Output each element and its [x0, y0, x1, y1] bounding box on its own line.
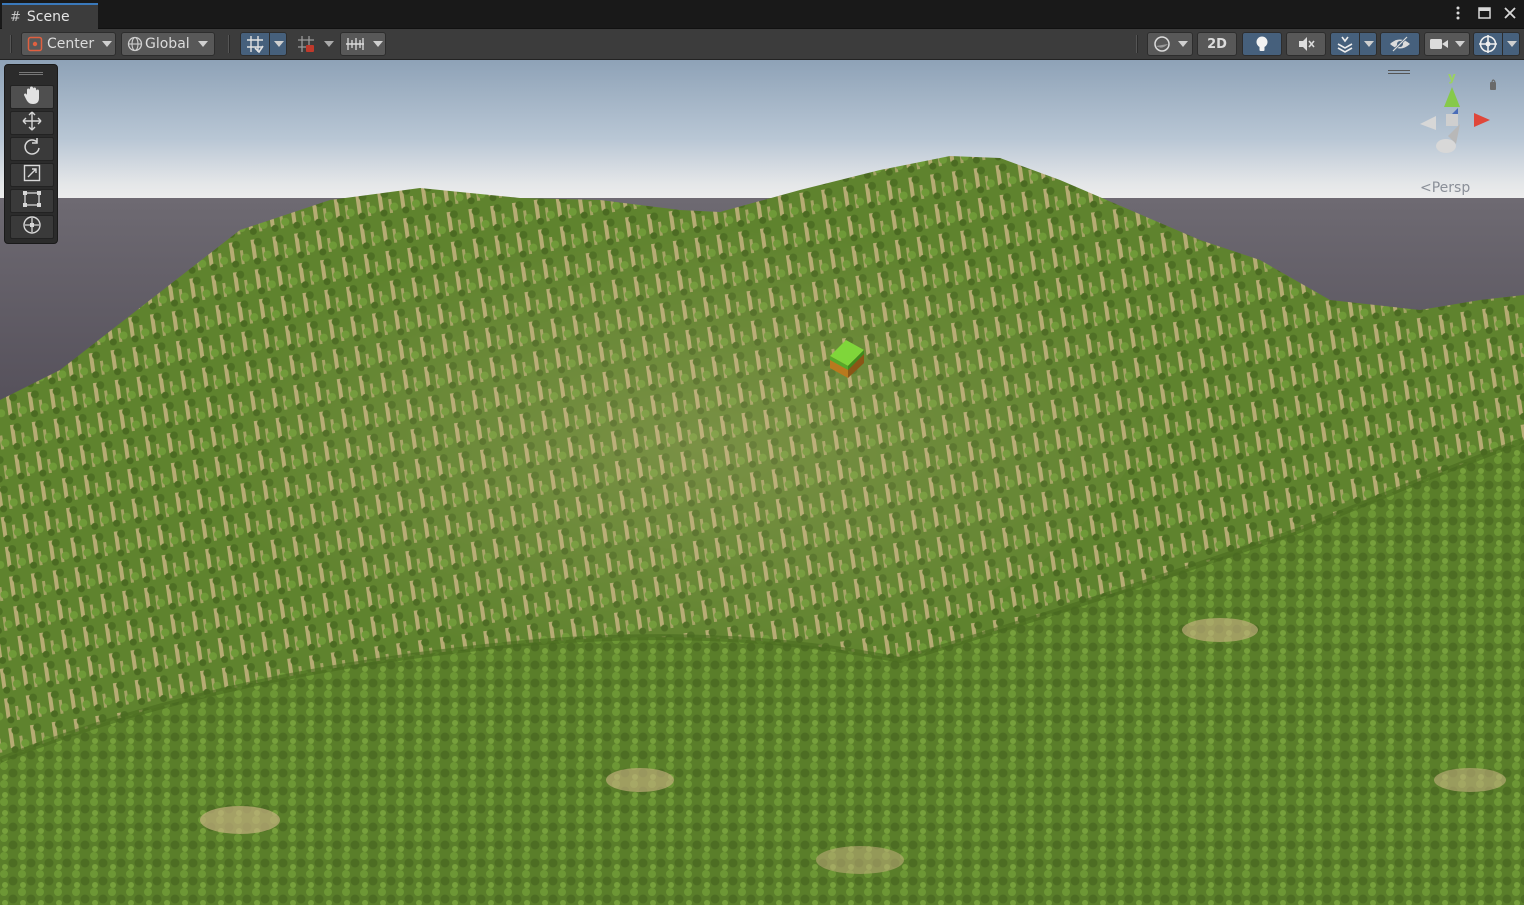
window-controls — [1450, 4, 1518, 22]
projection-toggle[interactable]: <Persp — [1420, 180, 1470, 196]
pivot-center-icon — [27, 36, 43, 52]
speaker-muted-icon — [1297, 36, 1315, 52]
rotate-tool-icon — [22, 137, 42, 161]
rect-tool-button[interactable] — [10, 189, 54, 213]
toolbar-divider — [1136, 35, 1138, 53]
scene-toolbar: Center Global 2D — [0, 29, 1524, 60]
camera-icon — [1425, 37, 1453, 51]
chevron-down-icon — [1507, 41, 1517, 47]
chevron-down-icon — [197, 41, 208, 47]
chevron-down-icon — [324, 41, 334, 47]
increment-snap-dropdown[interactable] — [291, 32, 337, 56]
draw-mode-dropdown[interactable] — [1147, 32, 1193, 56]
gizmos-dropdown[interactable] — [1473, 32, 1520, 56]
tools-overlay — [4, 64, 58, 244]
eye-hidden-icon — [1389, 36, 1411, 52]
rotate-tool-button[interactable] — [10, 137, 54, 161]
rect-tool-icon — [22, 190, 42, 212]
transform-tool-button[interactable] — [10, 215, 54, 239]
orientation-gizmo[interactable]: y — [1410, 66, 1510, 166]
editor-tab-bar: # Scene — [0, 0, 1524, 29]
2d-mode-toggle[interactable]: 2D — [1197, 32, 1237, 56]
scale-tool-button[interactable] — [10, 163, 54, 187]
lightbulb-icon — [1255, 35, 1269, 53]
tab-scene-label: Scene — [26, 9, 70, 25]
chevron-down-icon — [1364, 41, 1374, 47]
transform-space-dropdown[interactable]: Global — [121, 32, 215, 56]
scene-visibility-toggle[interactable] — [1380, 32, 1420, 56]
pivot-mode-dropdown[interactable]: Center — [21, 32, 116, 56]
gizmo-drag-handle[interactable] — [1388, 70, 1410, 74]
terrain-render — [0, 60, 1524, 905]
globe-icon — [127, 36, 143, 52]
effects-dropdown[interactable] — [1330, 32, 1377, 56]
toolbar-divider — [228, 35, 230, 53]
audio-toggle[interactable] — [1286, 32, 1326, 56]
chevron-down-icon — [274, 41, 284, 47]
2d-mode-label: 2D — [1207, 36, 1227, 52]
move-tool-icon — [22, 111, 42, 135]
grid-snapping-toggle[interactable] — [240, 32, 287, 56]
chevron-down-icon — [102, 41, 113, 47]
chevron-down-icon — [1178, 41, 1188, 47]
move-tool-button[interactable] — [10, 111, 54, 135]
lock-icon[interactable] — [1490, 82, 1496, 90]
effects-layers-icon — [1331, 35, 1359, 53]
hand-tool-icon — [23, 85, 41, 109]
overlay-drag-handle[interactable] — [19, 72, 43, 75]
gizmo-globe-icon — [1474, 34, 1502, 54]
shaded-sphere-icon — [1148, 35, 1176, 53]
grid-hash-icon: # — [10, 9, 21, 25]
maximize-icon[interactable] — [1476, 4, 1492, 22]
ruler-icon — [341, 36, 369, 52]
scale-tool-icon — [23, 164, 41, 186]
axis-y-label: y — [1448, 70, 1456, 84]
kebab-menu-icon[interactable] — [1450, 4, 1466, 22]
chevron-down-icon — [1455, 41, 1465, 47]
chevron-down-icon — [373, 41, 383, 47]
camera-settings-dropdown[interactable] — [1424, 32, 1470, 56]
increment-snap-icon — [292, 35, 320, 53]
toolbar-grip — [10, 35, 12, 53]
grid-snap-icon — [241, 35, 269, 53]
lighting-toggle[interactable] — [1242, 32, 1282, 56]
align-snap-dropdown[interactable] — [340, 32, 386, 56]
tab-scene[interactable]: # Scene — [2, 3, 98, 29]
close-icon[interactable] — [1502, 4, 1518, 22]
transform-tool-icon — [22, 215, 42, 239]
pivot-mode-label: Center — [47, 36, 95, 52]
hand-tool-button[interactable] — [10, 85, 54, 109]
scene-viewport[interactable] — [0, 60, 1524, 905]
transform-space-label: Global — [145, 36, 190, 52]
